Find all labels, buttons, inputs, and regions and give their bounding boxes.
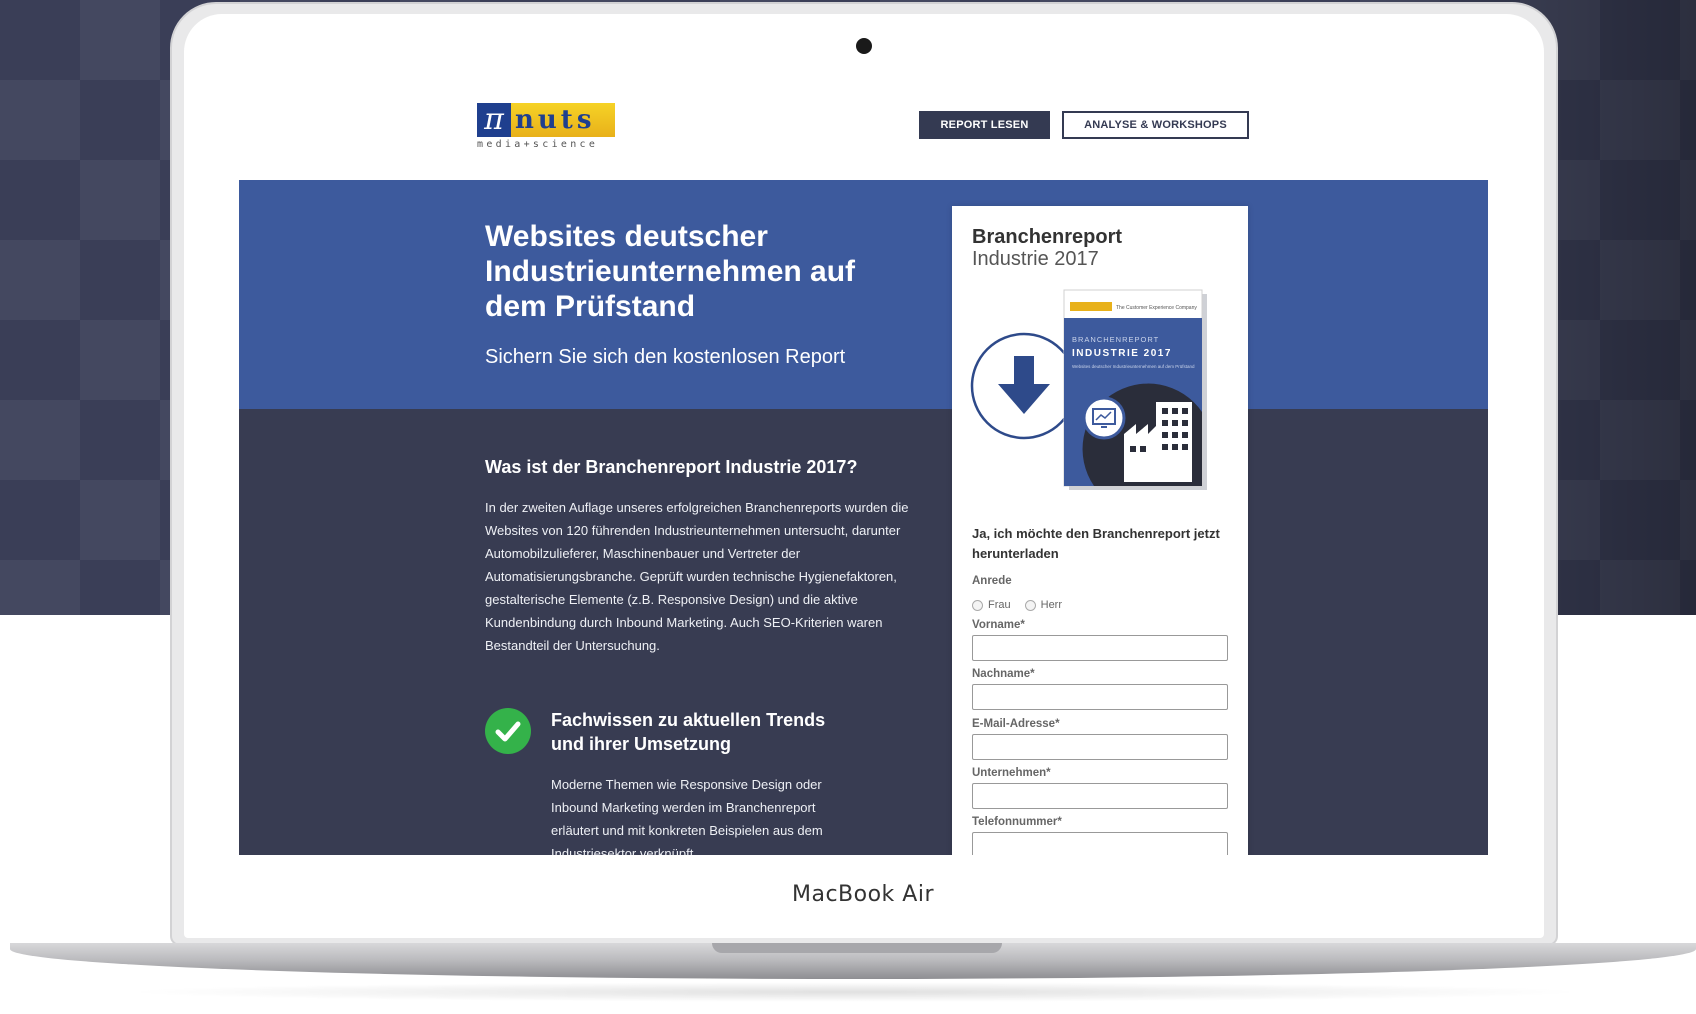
phone-label: Telefonnummer*	[972, 816, 1062, 828]
radio-frau-label[interactable]: Frau	[988, 599, 1011, 611]
phone-input[interactable]	[972, 832, 1228, 855]
cover-header-text: The Customer Experience Company	[1116, 305, 1197, 311]
feature-body: Moderne Themen wie Responsive Design ode…	[551, 777, 823, 855]
hero-title: Websites deutscher Industrieunternehmen …	[485, 220, 856, 323]
logo-tagline: media+science	[477, 139, 599, 150]
laptop-shadow	[120, 982, 1590, 1002]
email-label: E-Mail-Adresse*	[972, 718, 1060, 730]
form-title: Branchenreport	[972, 226, 1123, 248]
nuts-logo[interactable]: π nuts media+science	[477, 103, 615, 151]
company-label: Unternehmen*	[972, 767, 1051, 779]
salutation-label: Anrede	[972, 575, 1012, 587]
section-title: Was ist der Branchenreport Industrie 201…	[485, 457, 858, 477]
laptop-screen: π nuts media+science REPORT LESEN ANALYS…	[239, 66, 1488, 855]
hero-subtitle: Sichern Sie sich den kostenlosen Report	[485, 346, 846, 368]
analyse-workshops-button[interactable]: ANALYSE & WORKSHOPS	[1062, 111, 1249, 139]
content-section: Was ist der Branchenreport Industrie 201…	[239, 409, 1488, 855]
last-name-input[interactable]	[972, 684, 1228, 710]
report-cover-graphic: The Customer Experience Company BRANCHEN…	[970, 289, 1207, 490]
download-form-card: Branchenreport Industrie 2017 The Custom…	[952, 206, 1248, 855]
report-lesen-button[interactable]: REPORT LESEN	[919, 111, 1050, 139]
monitor-chart-icon	[1082, 396, 1126, 440]
form-subtitle: Industrie 2017	[972, 248, 1099, 270]
last-name-label: Nachname*	[972, 668, 1035, 680]
radio-herr[interactable]	[1024, 599, 1036, 611]
site-header: π nuts media+science REPORT LESEN ANALYS…	[239, 66, 1488, 180]
radio-frau[interactable]	[972, 599, 983, 611]
checkmark-icon	[485, 708, 531, 754]
device-brand-label: MacBook Air	[791, 882, 934, 907]
logo-mark: π nuts	[477, 103, 615, 137]
radio-herr-label[interactable]: Herr	[1041, 599, 1062, 611]
download-arrow-icon	[970, 332, 1078, 440]
logo-symbol: π	[477, 103, 511, 137]
cover-subtitle: Websites deutscher Industrieunternehmen …	[1072, 364, 1195, 369]
logo-word: nuts	[511, 103, 615, 137]
first-name-input[interactable]	[972, 635, 1228, 661]
feature-title: Fachwissen zu aktuellen Trends und ihrer…	[551, 710, 826, 754]
email-input[interactable]	[972, 734, 1228, 760]
section-body: In der zweiten Auflage unseres erfolgrei…	[485, 500, 909, 653]
camera-icon	[856, 38, 872, 54]
cover-kicker: BRANCHENREPORT	[1072, 335, 1159, 344]
form-cta-text: Ja, ich möchte den Branchenreport jetzt …	[972, 526, 1220, 561]
laptop-notch	[712, 943, 1002, 953]
first-name-label: Vorname*	[972, 619, 1025, 631]
hero-section: Websites deutscher Industrieunternehmen …	[239, 180, 1488, 409]
company-input[interactable]	[972, 783, 1228, 809]
salutation-options: Frau Herr	[972, 599, 1076, 611]
cover-title: INDUSTRIE 2017	[1072, 348, 1172, 359]
